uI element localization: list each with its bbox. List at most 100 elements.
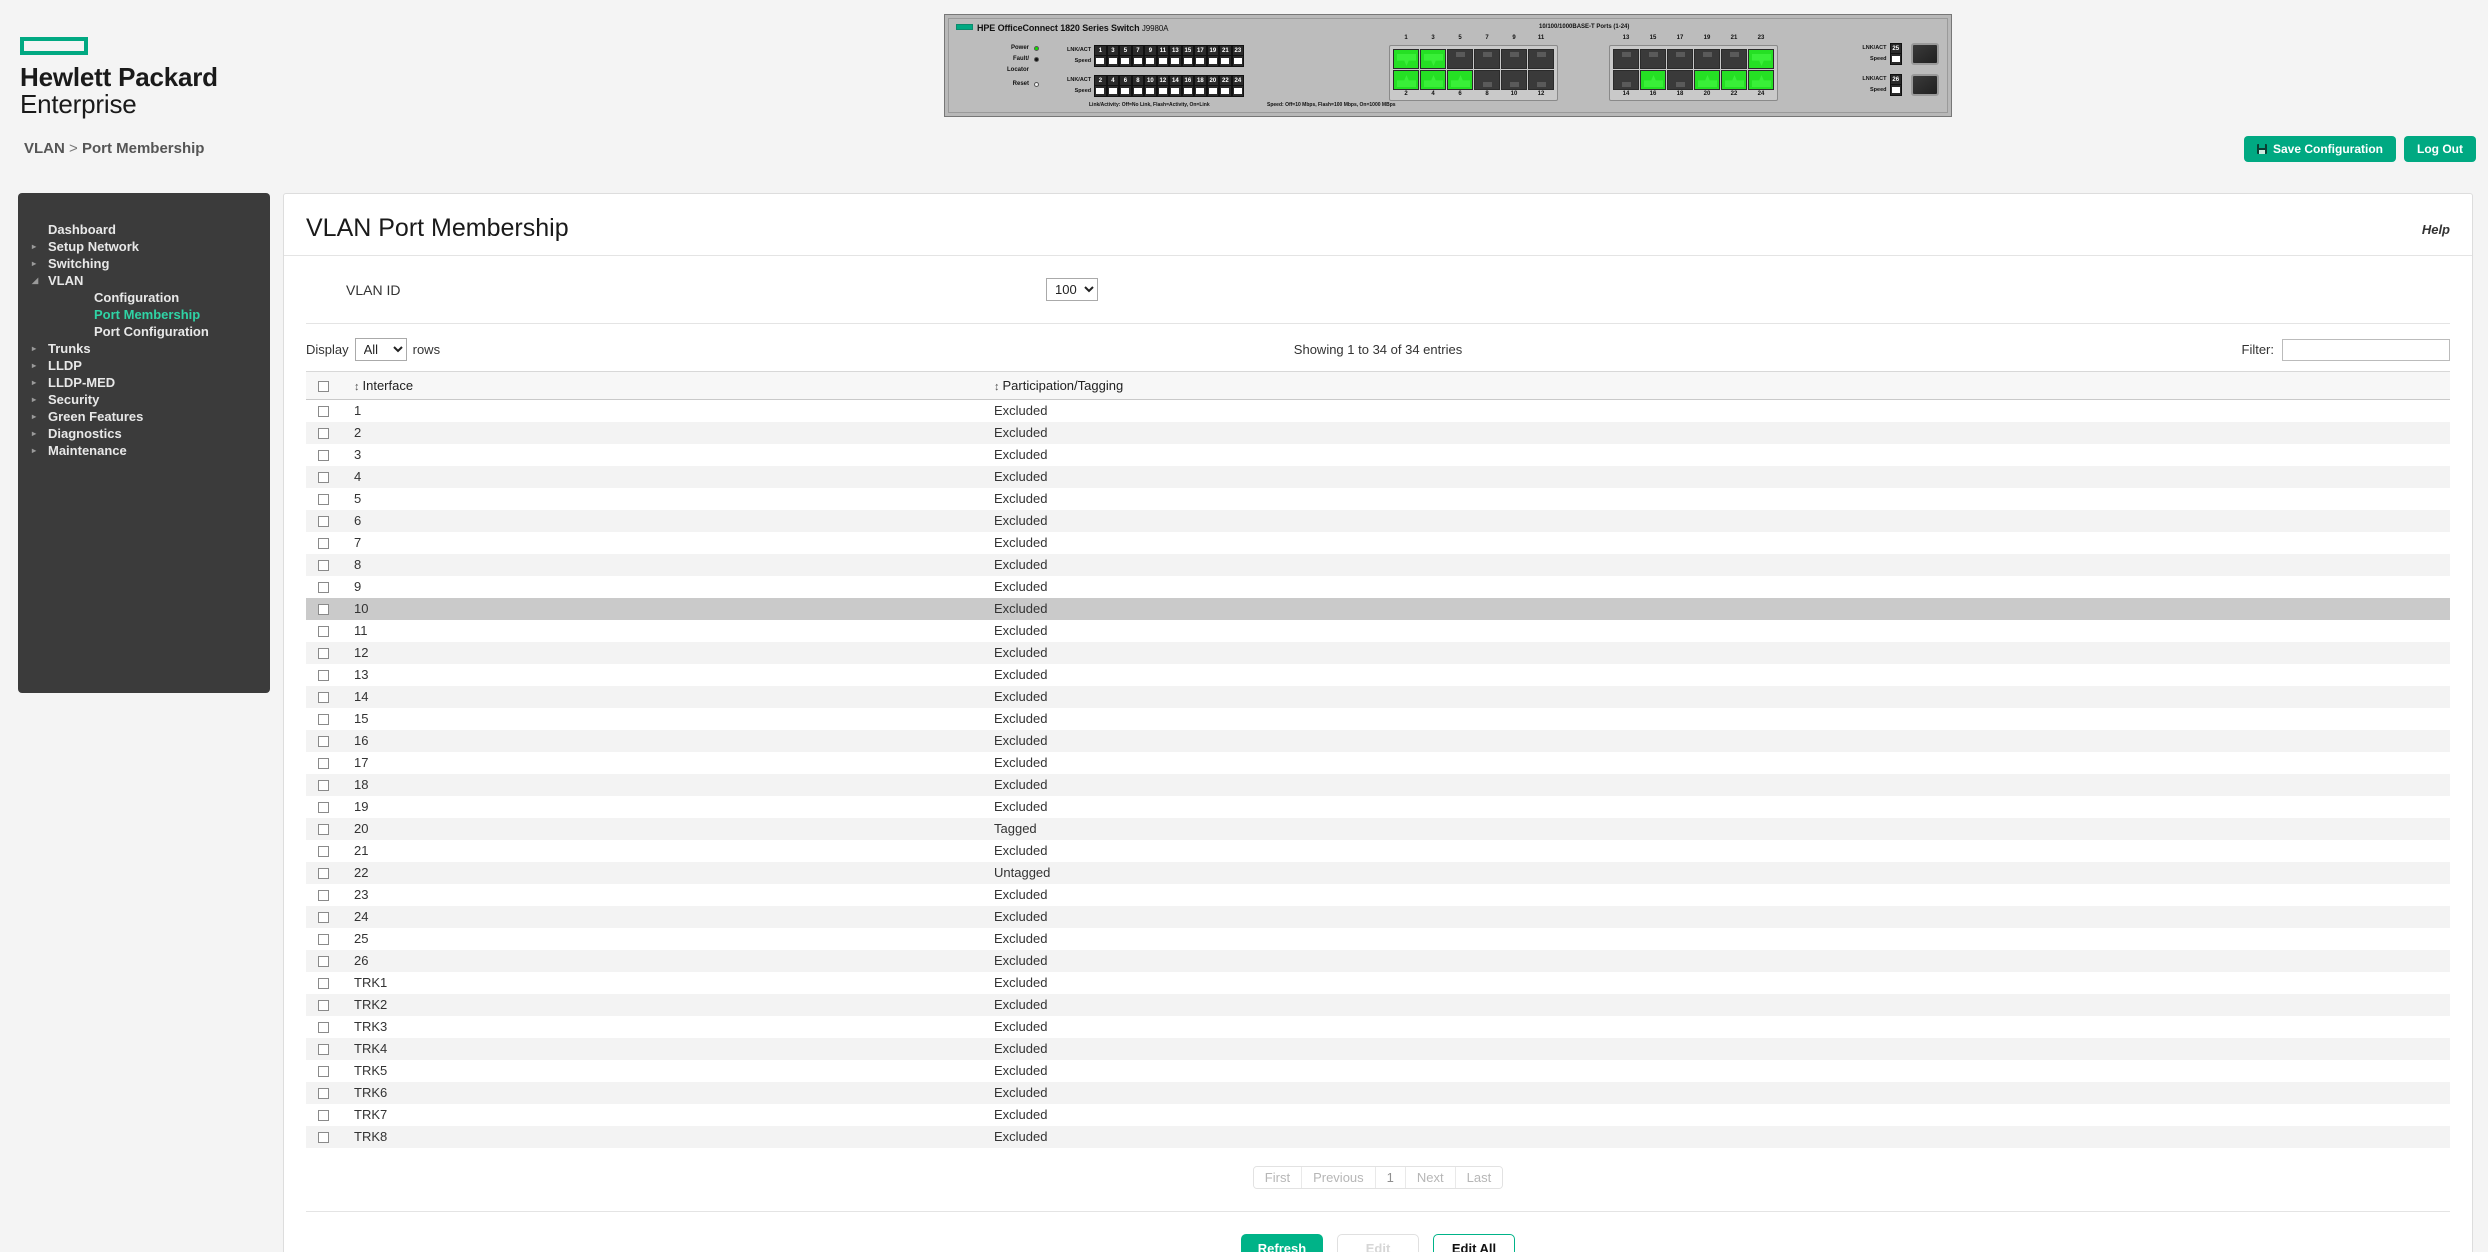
select-all-checkbox[interactable]: [318, 381, 329, 393]
row-checkbox[interactable]: [318, 1000, 329, 1012]
table-row[interactable]: 16 Excluded: [306, 729, 2450, 752]
row-checkbox[interactable]: [318, 538, 329, 550]
row-checkbox[interactable]: [318, 494, 329, 506]
table-row[interactable]: TRK6 Excluded: [306, 1081, 2450, 1104]
row-checkbox[interactable]: [318, 428, 329, 440]
row-checkbox[interactable]: [318, 472, 329, 484]
table-row[interactable]: 1 Excluded: [306, 400, 2450, 422]
table-row[interactable]: 23 Excluded: [306, 884, 2450, 906]
refresh-button[interactable]: Refresh: [1241, 1233, 1323, 1252]
table-row[interactable]: 26 Excluded: [306, 949, 2450, 972]
sidebar-item-diagnostics[interactable]: ▸ Diagnostics: [18, 425, 270, 442]
sidebar-item-lldp[interactable]: ▸ LLDP: [18, 357, 270, 374]
table-row[interactable]: 4 Excluded: [306, 465, 2450, 488]
reset-button-icon[interactable]: [1034, 81, 1039, 87]
chevron-right-icon[interactable]: ▸: [32, 429, 48, 438]
sidebar-item-configuration[interactable]: ▸Configuration: [18, 289, 270, 306]
table-row[interactable]: 17 Excluded: [306, 752, 2450, 774]
row-checkbox[interactable]: [318, 1110, 329, 1122]
row-checkbox[interactable]: [318, 626, 329, 638]
row-checkbox[interactable]: [318, 846, 329, 858]
table-row[interactable]: TRK2 Excluded: [306, 993, 2450, 1016]
chevron-right-icon[interactable]: ▸: [32, 446, 48, 455]
chevron-right-icon[interactable]: ▸: [32, 242, 48, 251]
chevron-right-icon[interactable]: ▸: [32, 259, 48, 268]
sort-icon-participation[interactable]: ↕: [994, 381, 1000, 393]
chevron-right-icon[interactable]: ▸: [32, 395, 48, 404]
edit-all-button[interactable]: Edit All: [1433, 1233, 1515, 1252]
sidebar-item-security[interactable]: ▸ Security: [18, 391, 270, 408]
pagination-first[interactable]: First: [1253, 1166, 1303, 1188]
row-checkbox[interactable]: [318, 604, 329, 616]
sidebar-item-vlan[interactable]: ◢ VLAN: [18, 272, 270, 289]
table-row[interactable]: 21 Excluded: [306, 840, 2450, 862]
table-row[interactable]: 15 Excluded: [306, 708, 2450, 730]
row-checkbox[interactable]: [318, 956, 329, 968]
filter-input[interactable]: [2282, 338, 2450, 361]
interface-column-header[interactable]: ↕ Interface: [354, 371, 994, 400]
table-row[interactable]: TRK4 Excluded: [306, 1037, 2450, 1060]
sidebar-item-switching[interactable]: ▸ Switching: [18, 255, 270, 272]
row-checkbox[interactable]: [318, 868, 329, 880]
table-row[interactable]: TRK3 Excluded: [306, 1016, 2450, 1038]
chevron-right-icon[interactable]: ▸: [32, 378, 48, 387]
table-row[interactable]: TRK5 Excluded: [306, 1060, 2450, 1082]
chevron-right-icon[interactable]: ▸: [32, 412, 48, 421]
row-checkbox[interactable]: [318, 824, 329, 836]
save-configuration-button[interactable]: Save Configuration: [2244, 136, 2397, 162]
row-checkbox[interactable]: [318, 1022, 329, 1034]
row-checkbox[interactable]: [318, 912, 329, 924]
row-checkbox[interactable]: [318, 1088, 329, 1100]
pagination-next[interactable]: Next: [1405, 1166, 1456, 1188]
row-checkbox[interactable]: [318, 802, 329, 814]
sidebar-item-port-configuration[interactable]: ▸Port Configuration: [18, 323, 270, 340]
pagination-last[interactable]: Last: [1455, 1166, 1503, 1188]
row-checkbox[interactable]: [318, 890, 329, 902]
sidebar-item-maintenance[interactable]: ▸ Maintenance: [18, 442, 270, 459]
table-row[interactable]: 24 Excluded: [306, 905, 2450, 928]
table-row[interactable]: 25 Excluded: [306, 928, 2450, 950]
table-row[interactable]: 3 Excluded: [306, 444, 2450, 466]
table-row[interactable]: 18 Excluded: [306, 773, 2450, 796]
table-row[interactable]: TRK8 Excluded: [306, 1125, 2450, 1148]
row-checkbox[interactable]: [318, 1066, 329, 1078]
sidebar-item-setup-network[interactable]: ▸ Setup Network: [18, 238, 270, 255]
chevron-right-icon[interactable]: ▸: [32, 344, 48, 353]
row-checkbox[interactable]: [318, 560, 329, 572]
table-row[interactable]: 5 Excluded: [306, 488, 2450, 510]
pagination-previous[interactable]: Previous: [1302, 1166, 1376, 1188]
chevron-down-icon[interactable]: ◢: [32, 276, 48, 285]
row-checkbox[interactable]: [318, 648, 329, 660]
row-checkbox[interactable]: [318, 670, 329, 682]
table-row[interactable]: 10 Excluded: [306, 597, 2450, 620]
vlan-id-select[interactable]: 1100: [1046, 278, 1098, 301]
chevron-right-icon[interactable]: ▸: [32, 361, 48, 370]
row-checkbox[interactable]: [318, 1132, 329, 1144]
table-row[interactable]: 19 Excluded: [306, 796, 2450, 818]
table-row[interactable]: 20 Tagged: [306, 817, 2450, 840]
row-checkbox[interactable]: [318, 516, 329, 528]
row-checkbox[interactable]: [318, 1044, 329, 1056]
display-rows-select[interactable]: All102550100: [354, 338, 407, 361]
table-row[interactable]: 2 Excluded: [306, 421, 2450, 444]
row-checkbox[interactable]: [318, 758, 329, 770]
sidebar-item-green-features[interactable]: ▸ Green Features: [18, 408, 270, 425]
table-row[interactable]: TRK1 Excluded: [306, 972, 2450, 994]
table-row[interactable]: 7 Excluded: [306, 532, 2450, 554]
log-out-button[interactable]: Log Out: [2404, 136, 2476, 162]
row-checkbox[interactable]: [318, 582, 329, 594]
row-checkbox[interactable]: [318, 406, 329, 418]
row-checkbox[interactable]: [318, 714, 329, 726]
table-row[interactable]: 14 Excluded: [306, 685, 2450, 708]
participation-column-header[interactable]: ↕ Participation/Tagging: [994, 371, 2450, 400]
row-checkbox[interactable]: [318, 780, 329, 792]
table-row[interactable]: 13 Excluded: [306, 664, 2450, 686]
row-checkbox[interactable]: [318, 934, 329, 946]
table-row[interactable]: 9 Excluded: [306, 576, 2450, 598]
sidebar-item-dashboard[interactable]: ▸Dashboard: [18, 221, 270, 238]
sort-icon-interface[interactable]: ↕: [354, 381, 360, 393]
table-row[interactable]: 8 Excluded: [306, 553, 2450, 576]
sidebar-item-trunks[interactable]: ▸ Trunks: [18, 340, 270, 357]
row-checkbox[interactable]: [318, 692, 329, 704]
row-checkbox[interactable]: [318, 978, 329, 990]
